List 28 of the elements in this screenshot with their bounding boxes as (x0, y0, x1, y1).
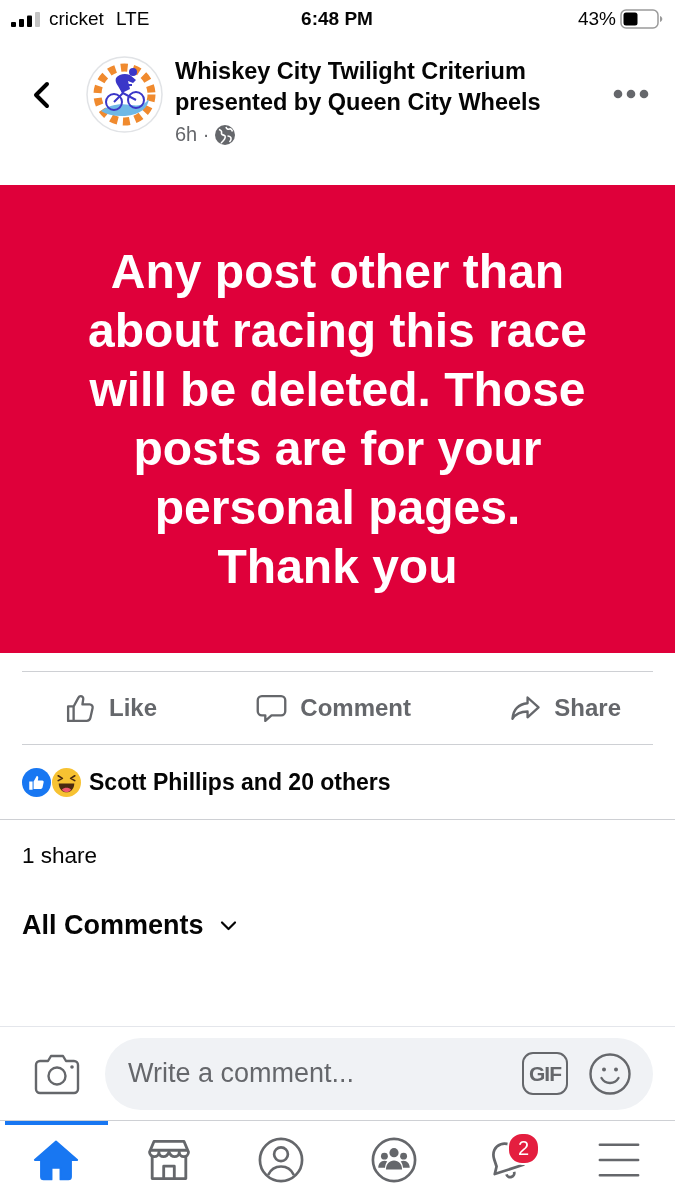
clock-time: 6:48 PM (301, 8, 373, 30)
comment-input[interactable]: Write a comment... GIF (105, 1037, 653, 1110)
share-count[interactable]: 1 share (22, 842, 98, 869)
post-age: 6h · (175, 123, 210, 146)
emoji-button[interactable] (589, 1052, 631, 1095)
comment-button[interactable]: Comment (255, 687, 411, 729)
like-button[interactable]: Like (64, 687, 158, 729)
more-options-button[interactable] (613, 89, 649, 99)
comment-sort-dropdown[interactable]: All Comments (22, 909, 237, 941)
carrier-name: cricket (49, 8, 104, 30)
globe-icon (215, 124, 236, 145)
gif-button[interactable]: GIF (522, 1052, 568, 1095)
laughing-emoji-icon (52, 767, 81, 797)
post-message: Any post other than about racing this race will be deleted. Those posts are for your personal pages. Thank you (87, 244, 588, 595)
page-name[interactable]: Whiskey City Twilight Criterium presented by Queen City Wheels (175, 56, 605, 118)
camera-button[interactable] (34, 1052, 80, 1095)
person-circle-icon (258, 1136, 305, 1183)
battery-icon (620, 9, 663, 29)
battery-percent: 43% (577, 8, 616, 30)
network-type: LTE (115, 8, 150, 30)
like-reaction-icon (22, 767, 51, 797)
notifications-tab[interactable]: 2 (455, 1121, 558, 1200)
share-button[interactable]: Share (509, 687, 621, 729)
group-circle-icon (370, 1136, 417, 1183)
cyclist-logo[interactable] (86, 56, 163, 133)
notification-badge: 2 (507, 1132, 540, 1165)
reaction-summary[interactable]: Scott Phillips and 20 others (89, 768, 391, 796)
signal-icon (11, 11, 41, 27)
